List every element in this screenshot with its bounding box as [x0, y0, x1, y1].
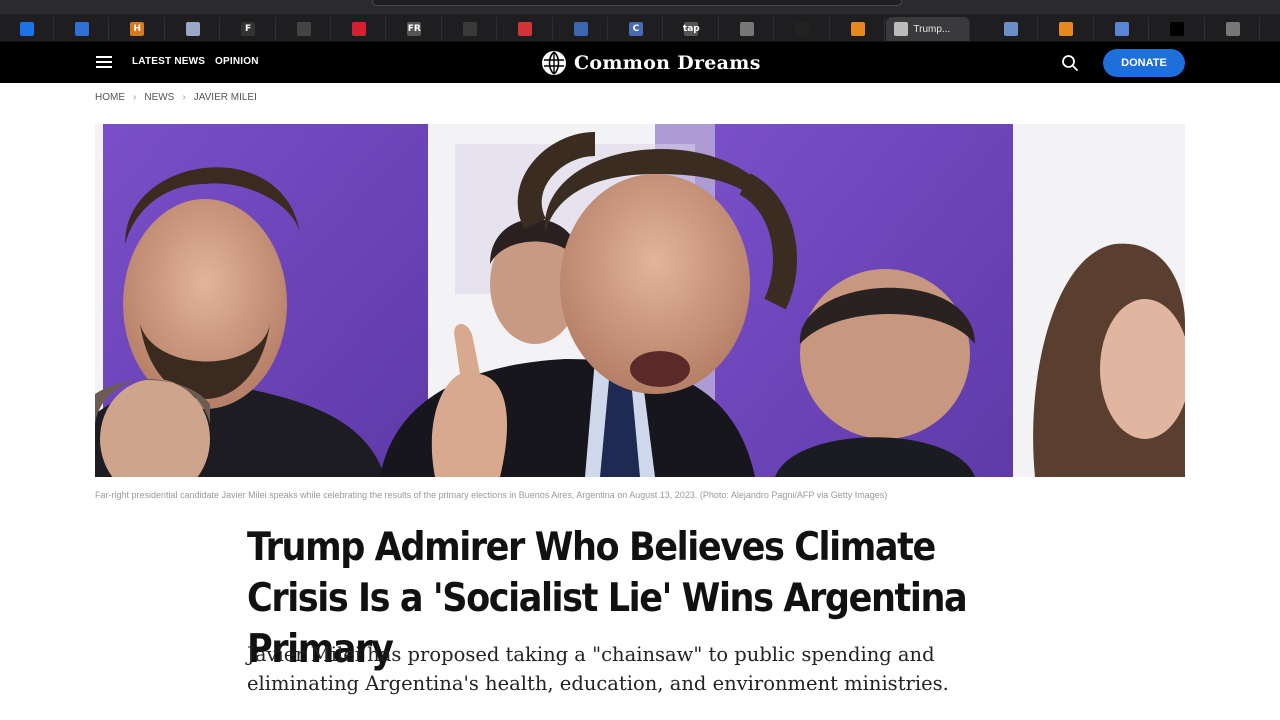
browser-tab[interactable]: H [111, 17, 165, 41]
browser-tab[interactable] [720, 17, 775, 41]
dots-icon [795, 22, 810, 36]
browser-tab[interactable] [166, 17, 221, 41]
shield-icon [19, 22, 34, 36]
browser-tab[interactable]: FR [388, 17, 442, 41]
map-icon [1003, 22, 1018, 36]
breadcrumb-news[interactable]: NEWS [144, 92, 174, 103]
newspaper-icon [296, 22, 311, 36]
browser-tab[interactable] [443, 17, 498, 41]
browser-tab[interactable]: tap [665, 17, 719, 41]
browser-tab[interactable] [1206, 17, 1260, 41]
stats-icon [1114, 22, 1129, 36]
breadcrumb: HOME › NEWS › JAVIER MILEI [95, 92, 257, 103]
breadcrumb-javier-milei[interactable]: JAVIER MILEI [194, 92, 257, 103]
article-dek: Javier Milei has proposed taking a "chai… [247, 643, 949, 695]
browser-tab[interactable] [277, 17, 331, 41]
tap-logo-icon: tap [682, 22, 700, 36]
shield-icon [74, 22, 89, 36]
h-logo-icon: H [130, 22, 145, 36]
site-name: Common Dreams [574, 52, 761, 74]
browser-toolbar [0, 0, 1280, 14]
breadcrumb-home[interactable]: HOME [95, 92, 125, 103]
browser-tab[interactable] [499, 17, 553, 41]
donate-button[interactable]: DONATE [1103, 49, 1185, 77]
gear-icon [1225, 22, 1240, 36]
browser-tab[interactable] [776, 17, 830, 41]
globe-icon [739, 22, 754, 36]
tab-title: Trump... [913, 23, 951, 35]
browser-tab[interactable] [1095, 17, 1150, 41]
browser-tab-active[interactable]: Trump... [886, 17, 971, 41]
photo-caption: Far-right presidential candidate Javier … [95, 490, 888, 500]
f-logo-icon: F [241, 22, 256, 36]
menu-icon[interactable] [96, 56, 112, 68]
browser-tab[interactable] [55, 17, 110, 41]
browser-tab[interactable] [0, 17, 54, 41]
site-logo[interactable]: Common Dreams [542, 51, 761, 75]
browser-tab[interactable] [984, 17, 1039, 41]
common-dreams-icon [894, 22, 909, 36]
news-icon [185, 22, 200, 36]
black-square-icon [1170, 22, 1185, 36]
browser-tab[interactable]: F [222, 17, 276, 41]
browser-tab[interactable]: C [609, 17, 664, 41]
hero-photo [95, 124, 1185, 477]
chevron-right-icon: › [182, 92, 186, 103]
book-icon [573, 22, 588, 36]
browser-tab[interactable] [1151, 17, 1205, 41]
nav-opinion[interactable]: OPINION [215, 56, 259, 67]
orange-square-icon [1059, 22, 1074, 36]
search-icon[interactable] [1061, 54, 1079, 72]
c-logo-icon: C [628, 22, 643, 36]
browser-tab[interactable] [831, 17, 885, 41]
orange-square-icon [850, 22, 865, 36]
address-bar[interactable] [372, 0, 902, 6]
red-logo-icon [351, 22, 366, 36]
chevron-right-icon: › [133, 92, 137, 103]
fr-logo-icon: FR [407, 22, 422, 36]
browser-tab-bar: H F FR Ctap Trump... [0, 14, 1280, 42]
check-icon [462, 22, 477, 36]
site-header: LATEST NEWS OPINION Common Dreams DONATE [0, 42, 1280, 83]
browser-tab[interactable] [1040, 17, 1094, 41]
nav-latest-news[interactable]: LATEST NEWS [132, 56, 205, 67]
browser-tab[interactable] [332, 17, 387, 41]
globe-logo-icon [542, 51, 566, 75]
browser-tab[interactable] [554, 17, 608, 41]
red-square-icon [518, 22, 533, 36]
